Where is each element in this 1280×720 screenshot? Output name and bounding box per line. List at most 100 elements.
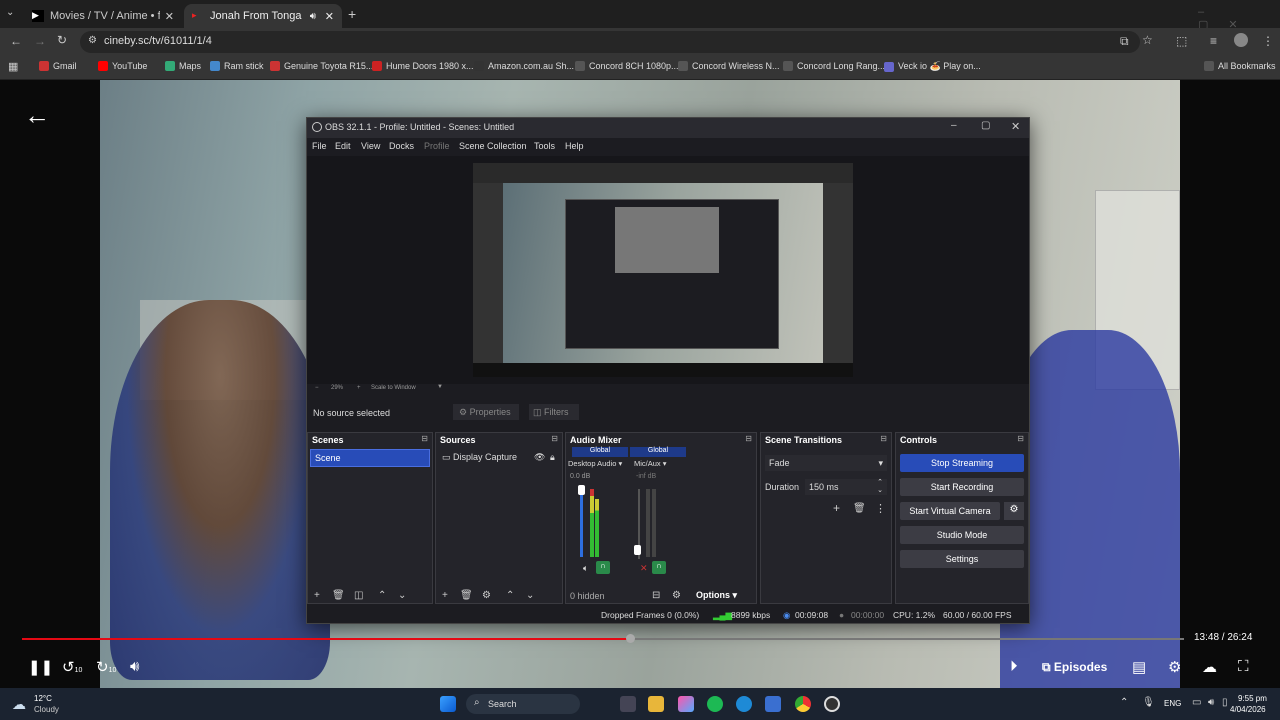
zoom-out-icon[interactable]: −	[315, 385, 319, 391]
ch1-volume-slider[interactable]	[578, 485, 585, 495]
cloud-icon[interactable]: ☁	[1202, 658, 1217, 676]
bookmark-item[interactable]: YouTube	[98, 61, 147, 71]
language[interactable]: ENG	[1164, 699, 1181, 708]
weather-icon[interactable]: ☁	[12, 696, 26, 713]
settings-button[interactable]: Settings	[900, 550, 1024, 568]
scene-item[interactable]: Scene	[310, 449, 430, 467]
scene-filter-icon[interactable]: ◫	[354, 590, 363, 601]
move-down-icon[interactable]: ⌄	[398, 590, 406, 601]
volume-icon[interactable]: 🔊︎	[130, 658, 139, 675]
menu-edit[interactable]: Edit	[335, 141, 351, 151]
add-transition-icon[interactable]: +	[833, 501, 840, 515]
source-item[interactable]: ▭ Display Capture 👁︎ 🔒︎	[442, 452, 560, 466]
task-view-icon[interactable]	[620, 696, 636, 712]
studio-mode-button[interactable]: Studio Mode	[900, 526, 1024, 544]
edge-icon[interactable]	[736, 696, 752, 712]
menu-docks[interactable]: Docks	[389, 141, 414, 151]
virtual-camera-settings-icon[interactable]: ⚙	[1004, 502, 1024, 520]
new-tab-button[interactable]: +	[348, 6, 356, 22]
network-icon[interactable]: ▭	[1192, 697, 1201, 708]
stop-streaming-button[interactable]: Stop Streaming	[900, 454, 1024, 472]
chrome-icon[interactable]	[795, 696, 811, 712]
reading-list-icon[interactable]: ≡	[1210, 34, 1217, 48]
remove-transition-icon[interactable]: 🗑︎	[853, 503, 866, 514]
apps-icon[interactable]: ▦	[8, 60, 18, 73]
taskbar-search[interactable]: ⌕ Search	[466, 694, 580, 714]
bookmark-item[interactable]: Amazon.com.au Sh...	[474, 61, 574, 71]
ch1-mute-icon[interactable]: 🔈︎	[583, 563, 588, 574]
profile-avatar[interactable]	[1234, 33, 1248, 47]
dock-menu-icon[interactable]: ⊟	[551, 434, 558, 443]
bookmark-item[interactable]: Genuine Toyota R15...	[270, 61, 373, 71]
start-virtual-camera-button[interactable]: Start Virtual Camera	[900, 502, 1000, 520]
bookmark-item[interactable]: Concord 8CH 1080p...	[575, 61, 679, 71]
scrubber-handle[interactable]	[625, 634, 635, 643]
back-icon[interactable]: ←	[10, 34, 22, 48]
dock-menu-icon[interactable]: ⊟	[1017, 434, 1024, 443]
dock-menu-icon[interactable]: ⊟	[421, 434, 428, 443]
menu-scene-collection[interactable]: Scene Collection	[459, 141, 527, 151]
ch1-name-dropdown[interactable]: Desktop Audio ▾	[568, 459, 622, 468]
minimize-icon[interactable]: –	[951, 120, 957, 131]
reload-icon[interactable]: ↻	[57, 33, 67, 47]
speaker-icon[interactable]: 🔊︎	[1208, 697, 1214, 708]
close-icon[interactable]: ✕	[1011, 120, 1020, 133]
bookmark-item[interactable]: Maps	[165, 61, 201, 71]
scale-dropdown-icon[interactable]: ▼	[437, 384, 443, 390]
transition-more-icon[interactable]: ⋮	[875, 502, 886, 515]
ch1-monitor-icon[interactable]: ∩	[596, 561, 610, 574]
cast-icon[interactable]: ⧉	[1120, 34, 1129, 49]
ch1-volume-track[interactable]	[580, 487, 583, 557]
ch2-name-dropdown[interactable]: Mic/Aux ▾	[634, 459, 667, 468]
ch2-monitor-icon[interactable]: ∩	[652, 561, 666, 574]
tab-movies[interactable]: ▶ Movies / TV / Anime • freemedi ✕	[24, 4, 182, 28]
menu-file[interactable]: File	[312, 141, 327, 151]
copilot-icon[interactable]	[678, 696, 694, 712]
tab-search-icon[interactable]: ⌄	[6, 7, 14, 18]
episodes-button[interactable]: ⧉ Episodes	[1042, 660, 1107, 675]
forward-icon[interactable]: →	[34, 34, 46, 48]
start-icon[interactable]	[440, 696, 456, 712]
maximize-icon[interactable]: ▢	[981, 120, 990, 131]
spotify-icon[interactable]	[707, 696, 723, 712]
duration-input[interactable]: 150 ms ⌃ ⌄	[805, 479, 887, 495]
mixer-layout-icon[interactable]: ⊟	[652, 590, 660, 601]
next-episode-icon[interactable]: ⏵	[1010, 658, 1018, 675]
visibility-icon[interactable]: 👁︎	[534, 452, 545, 463]
file-explorer-icon[interactable]	[648, 696, 664, 712]
menu-view[interactable]: View	[361, 141, 380, 151]
store-icon[interactable]	[765, 696, 781, 712]
remove-source-icon[interactable]: 🗑︎	[460, 590, 473, 601]
bookmark-item[interactable]: Ram stick	[210, 61, 264, 71]
site-info-icon[interactable]: ⚙	[88, 35, 97, 46]
preview-canvas[interactable]	[473, 163, 853, 377]
bookmark-star-icon[interactable]: ☆	[1142, 33, 1153, 47]
bookmark-item[interactable]: Concord Long Rang...	[783, 61, 885, 71]
obs-icon[interactable]	[824, 696, 840, 712]
pause-icon[interactable]: ❚❚	[28, 658, 53, 676]
duration-spinner-icon[interactable]: ⌃ ⌄	[877, 479, 883, 495]
tray-chevron-icon[interactable]: ⌃	[1120, 697, 1128, 708]
bookmark-item[interactable]: Concord Wireless N...	[678, 61, 780, 71]
source-settings-icon[interactable]: ⚙	[482, 590, 491, 601]
ch2-volume-slider[interactable]	[634, 545, 641, 555]
filters-button[interactable]: ◫ Filters	[529, 404, 579, 420]
subtitles-icon[interactable]: ▤	[1132, 658, 1146, 676]
extensions-icon[interactable]: ⬚	[1176, 34, 1187, 48]
lock-icon[interactable]: 🔒︎	[550, 452, 555, 463]
fullscreen-icon[interactable]: ⛶	[1238, 658, 1249, 675]
rewind-icon[interactable]: ↺10	[62, 658, 82, 676]
menu-tools[interactable]: Tools	[534, 141, 555, 151]
add-scene-icon[interactable]: +	[314, 590, 320, 601]
close-tab-icon[interactable]: ✕	[325, 10, 334, 23]
player-back-icon[interactable]: ←	[24, 100, 50, 131]
move-down-icon[interactable]: ⌄	[526, 590, 534, 601]
clock-time[interactable]: 9:55 pm	[1238, 694, 1267, 703]
transition-select[interactable]: Fade ▾	[765, 455, 887, 471]
ch2-mute-icon[interactable]: ✕	[640, 563, 648, 574]
remove-scene-icon[interactable]: 🗑︎	[332, 590, 345, 601]
move-up-icon[interactable]: ⌃	[378, 590, 386, 601]
tab-jonah[interactable]: ▸ Jonah From Tonga 🔊︎ ✕	[184, 4, 342, 28]
forward-icon[interactable]: ↻10	[96, 658, 116, 676]
menu-help[interactable]: Help	[565, 141, 584, 151]
